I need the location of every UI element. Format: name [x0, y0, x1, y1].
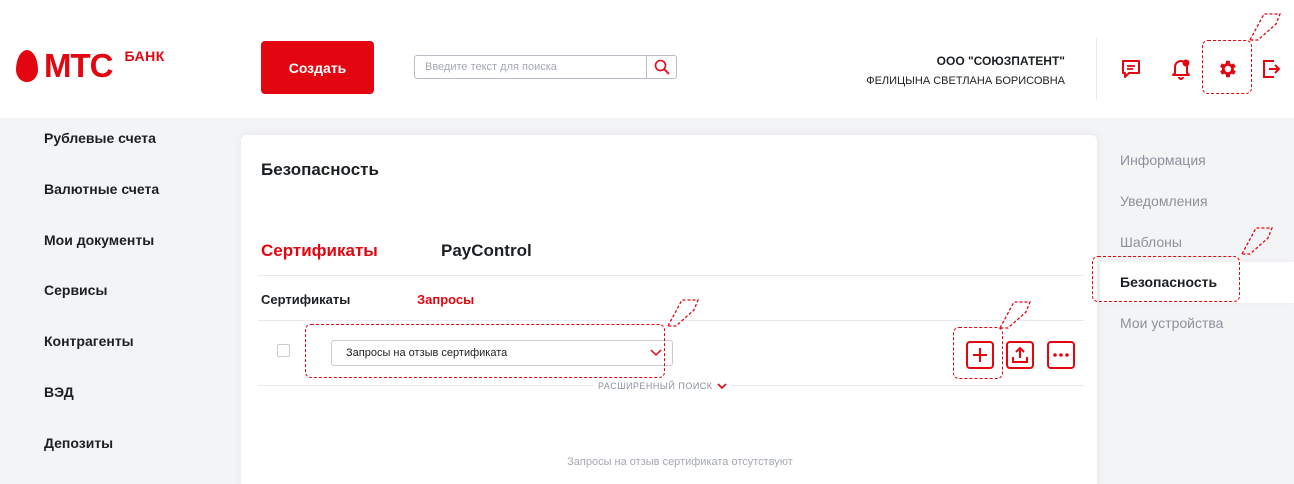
empty-state-message: Запросы на отзыв сертификата отсутствуют [567, 456, 793, 468]
search-box [414, 55, 677, 79]
left-nav-item[interactable]: Рублевые счета [44, 126, 234, 177]
right-nav-item[interactable]: Мои устройства [1100, 303, 1294, 344]
create-button[interactable]: Создать [261, 41, 374, 94]
upload-icon [1012, 346, 1028, 363]
chat-button[interactable] [1114, 52, 1148, 86]
notification-icon [1172, 59, 1190, 80]
subtab-requests[interactable]: Запросы [417, 292, 474, 307]
more-button[interactable] [1047, 341, 1075, 369]
pointer-arrow-icon [1248, 13, 1281, 41]
chat-icon [1122, 60, 1140, 78]
right-nav: Информация Уведомления Шаблоны Безопасно… [1100, 140, 1294, 344]
search-icon [654, 59, 669, 75]
page-title: Безопасность [261, 160, 379, 179]
right-nav-item[interactable]: Уведомления [1100, 181, 1294, 222]
logout-button[interactable] [1256, 52, 1286, 86]
add-request-button[interactable] [966, 341, 994, 369]
left-nav-item[interactable]: Валютные счета [44, 177, 234, 228]
subtabs-divider [258, 320, 1084, 321]
tab-certificates[interactable]: Сертификаты [261, 241, 378, 261]
left-nav: Рублевые счета Валютные счета Мои докуме… [44, 126, 234, 482]
plus-icon [973, 348, 987, 362]
mts-egg-icon [16, 50, 38, 82]
chevron-down-icon [650, 349, 662, 357]
right-nav-item-active[interactable]: Безопасность [1100, 262, 1294, 304]
search-input[interactable] [415, 56, 646, 78]
security-card [241, 135, 1097, 484]
right-nav-item[interactable]: Информация [1100, 140, 1294, 181]
chevron-down-icon [716, 382, 727, 389]
upload-button[interactable] [1006, 341, 1034, 369]
left-nav-item[interactable]: Сервисы [44, 278, 234, 329]
notification-button[interactable] [1164, 52, 1198, 86]
left-nav-item[interactable]: Мои документы [44, 228, 234, 279]
tab-paycontrol[interactable]: PayControl [441, 241, 532, 261]
left-nav-item[interactable]: Контрагенты [44, 329, 234, 380]
search-button[interactable] [646, 56, 676, 78]
settings-button[interactable] [1210, 52, 1244, 86]
tabs-divider [258, 275, 1084, 276]
header-divider [1096, 38, 1097, 100]
advanced-search-toggle[interactable]: РАСШИРЕННЫЙ ПОИСК [594, 381, 731, 391]
logo-text: МТС [44, 47, 113, 84]
logo-subtext: БАНК [124, 48, 165, 64]
request-type-select[interactable]: Запросы на отзыв сертификата [331, 340, 673, 366]
org-name: ООО "СОЮЗПАТЕНТ" [936, 54, 1065, 68]
logout-icon [1263, 60, 1281, 78]
advanced-search-label: РАСШИРЕННЫЙ ПОИСК [598, 381, 713, 391]
subtab-certificates[interactable]: Сертификаты [261, 292, 350, 307]
left-nav-item[interactable]: Депозиты [44, 431, 234, 482]
right-nav-item[interactable]: Шаблоны [1100, 222, 1294, 263]
more-icon [1053, 353, 1069, 357]
select-all-checkbox[interactable] [277, 344, 290, 357]
gear-icon [1220, 60, 1236, 78]
mts-bank-logo[interactable]: МТС БАНК [16, 48, 165, 84]
left-nav-item[interactable]: ВЭД [44, 380, 234, 431]
select-value: Запросы на отзыв сертификата [346, 347, 508, 359]
org-user-info[interactable]: ООО "СОЮЗПАТЕНТ" ФЕЛИЦЫНА СВЕТЛАНА БОРИС… [765, 54, 1065, 89]
user-name: ФЕЛИЦЫНА СВЕТЛАНА БОРИСОВНА [866, 75, 1065, 87]
